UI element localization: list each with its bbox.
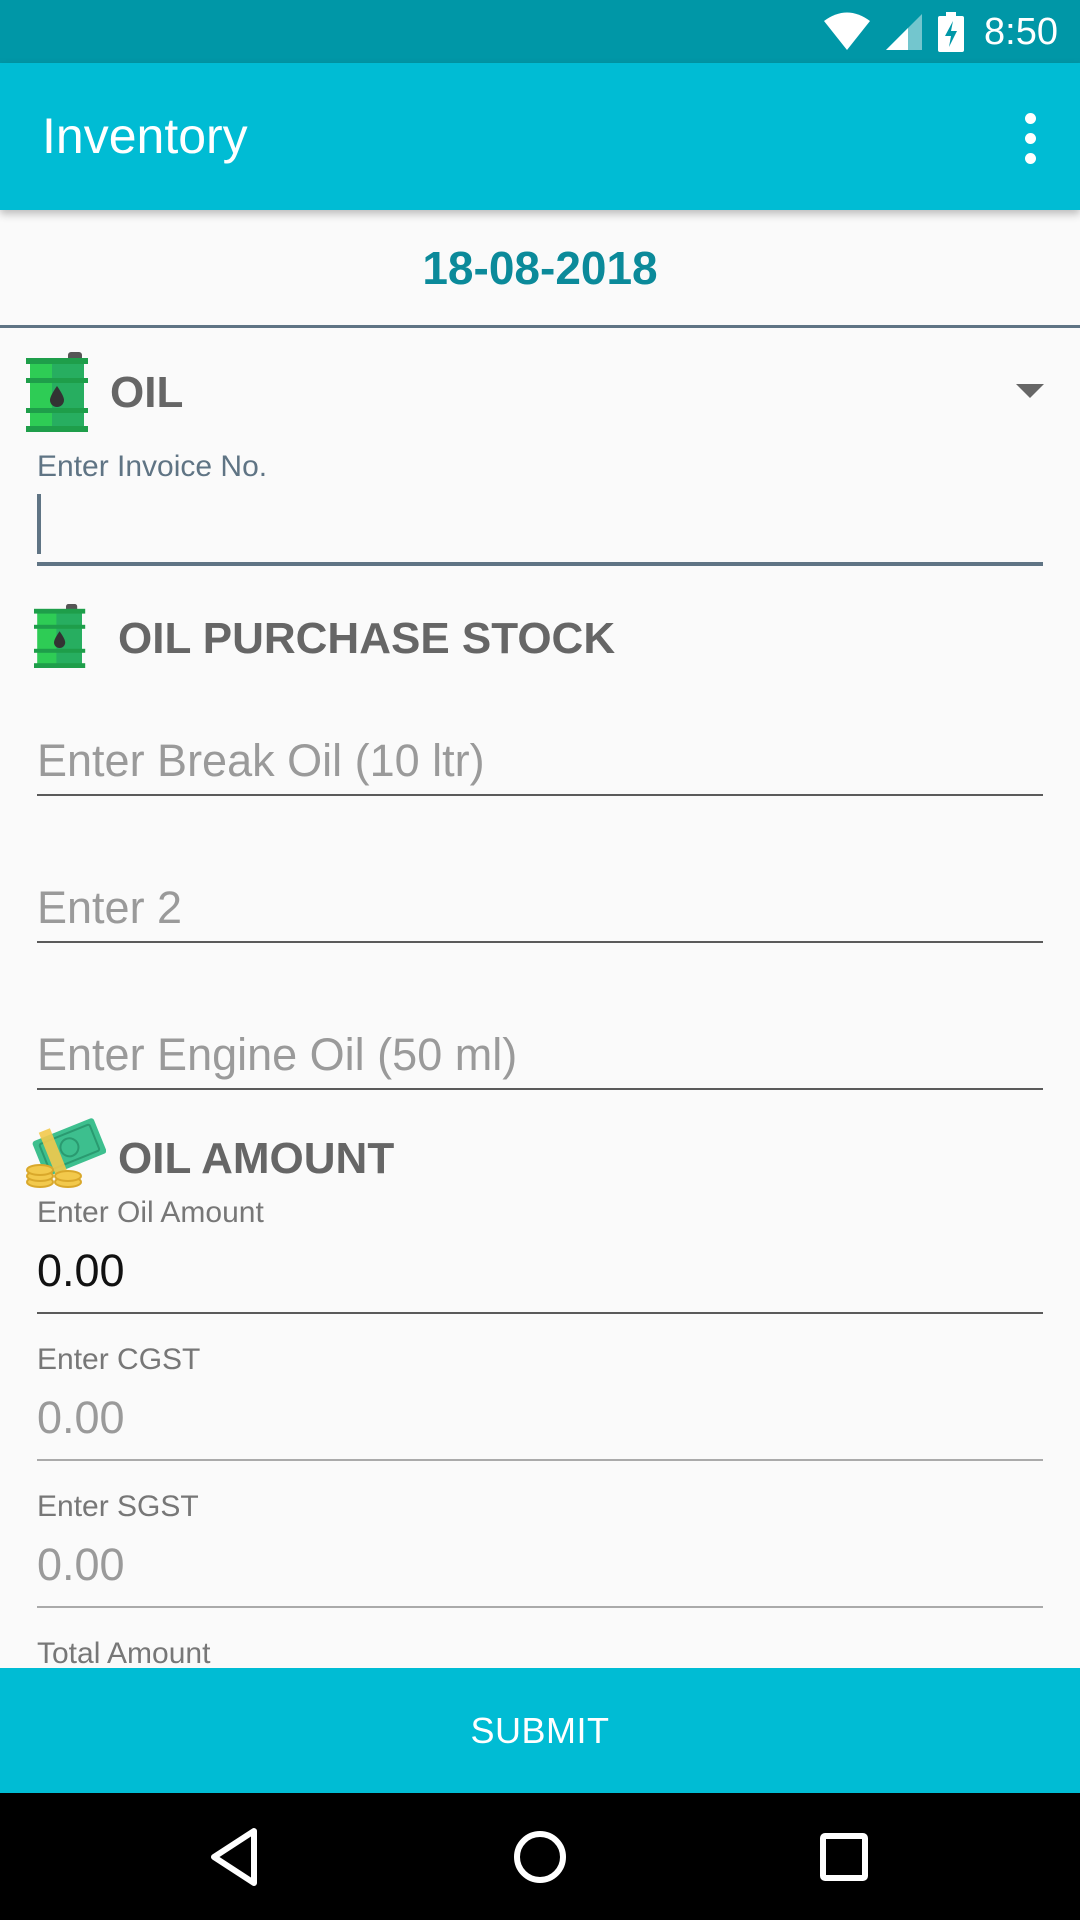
cgst-underline (37, 1459, 1043, 1461)
submit-button[interactable]: SUBMIT (0, 1668, 1080, 1793)
date-text: 18-08-2018 (422, 241, 658, 294)
oil-amount-underline (37, 1312, 1043, 1314)
break-oil-field (37, 728, 1043, 796)
cgst-field: Enter CGST (37, 1343, 1043, 1461)
enter-2-underline (37, 941, 1043, 943)
sgst-label: Enter SGST (37, 1490, 199, 1523)
oil-barrel-icon (34, 604, 86, 668)
invoice-input[interactable] (37, 484, 1043, 562)
category-spinner[interactable]: OIL (26, 352, 1056, 432)
sgst-underline (37, 1606, 1043, 1608)
enter-2-field (37, 875, 1043, 943)
invoice-label: Enter Invoice No. (37, 450, 268, 483)
oil-amount-input[interactable] (37, 1230, 1043, 1312)
purchase-section-header: OIL PURCHASE STOCK (26, 596, 926, 676)
date-header[interactable]: 18-08-2018 (0, 210, 1080, 328)
recents-icon[interactable] (808, 1821, 880, 1893)
navigation-bar (0, 1793, 1080, 1920)
engine-oil-input[interactable] (37, 1022, 1043, 1088)
oil-barrel-icon (26, 352, 88, 432)
text-cursor (37, 494, 41, 554)
engine-oil-field (37, 1022, 1043, 1090)
cgst-input[interactable] (37, 1377, 1043, 1459)
engine-oil-underline (37, 1088, 1043, 1090)
battery-charging-icon (938, 12, 965, 52)
status-time: 8:50 (984, 10, 1058, 53)
enter-2-input[interactable] (37, 875, 1043, 941)
wifi-icon (824, 12, 871, 50)
break-oil-underline (37, 794, 1043, 796)
status-bar: 8:50 (0, 0, 1080, 63)
signal-icon (886, 14, 923, 50)
break-oil-input[interactable] (37, 728, 1043, 794)
app-title: Inventory (42, 108, 248, 164)
overflow-menu-icon[interactable] (994, 93, 1066, 183)
amount-section-title: OIL AMOUNT (118, 1134, 395, 1183)
amount-section-header: OIL AMOUNT (26, 1114, 926, 1194)
spinner-selected-label: OIL (110, 368, 184, 417)
cgst-label: Enter CGST (37, 1343, 201, 1376)
total-amount-label: Total Amount (37, 1637, 211, 1668)
back-icon[interactable] (200, 1821, 272, 1893)
app-bar: Inventory (0, 63, 1080, 210)
submit-label: SUBMIT (470, 1709, 610, 1751)
sgst-field: Enter SGST (37, 1490, 1043, 1608)
home-icon[interactable] (504, 1821, 576, 1893)
chevron-down-icon (1016, 384, 1044, 398)
money-coins-icon (26, 1118, 106, 1188)
purchase-section-title: OIL PURCHASE STOCK (118, 614, 616, 663)
sgst-input[interactable] (37, 1524, 1043, 1606)
invoice-field: Enter Invoice No. (37, 450, 1043, 566)
oil-amount-label: Enter Oil Amount (37, 1196, 264, 1229)
invoice-underline (37, 562, 1043, 566)
oil-amount-field: Enter Oil Amount (37, 1196, 1043, 1314)
total-amount-field: Total Amount (37, 1637, 1043, 1668)
